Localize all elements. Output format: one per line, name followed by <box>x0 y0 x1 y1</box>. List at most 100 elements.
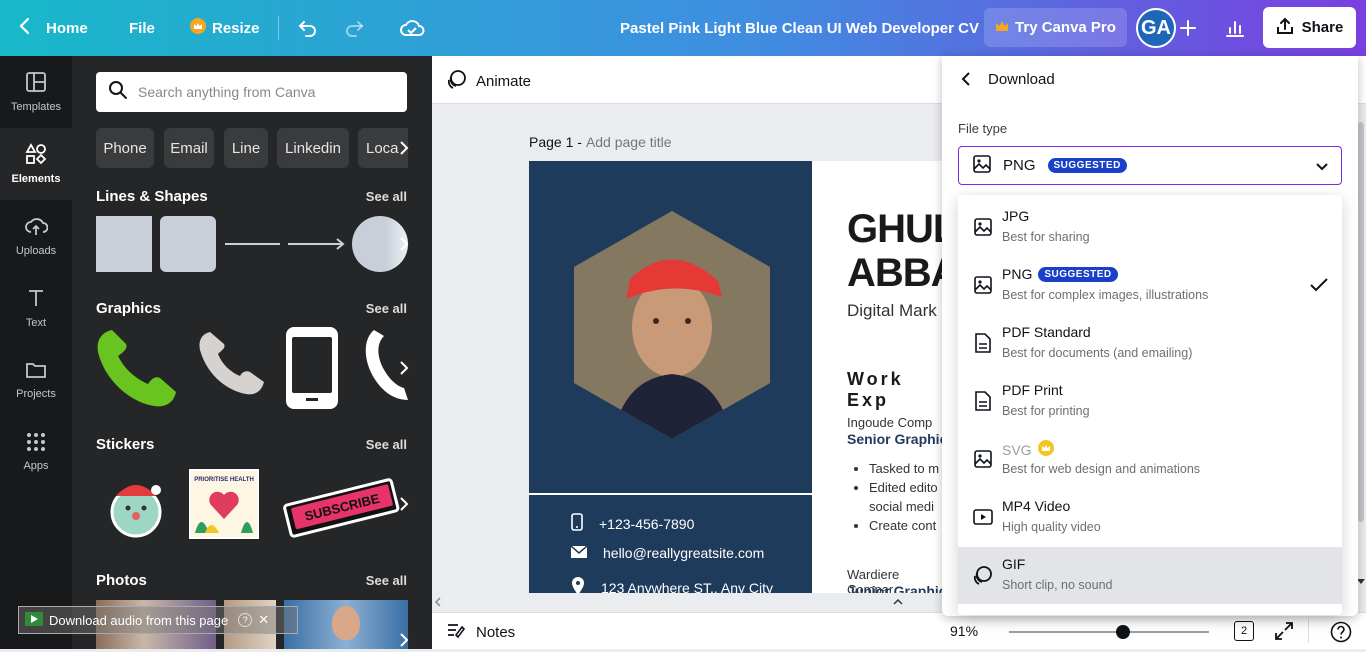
job2-title[interactable]: Junior Graphic D <box>847 583 949 593</box>
see-all-link[interactable]: See all <box>366 573 407 588</box>
chevron-right-icon[interactable] <box>392 356 416 380</box>
back-chevron-icon[interactable] <box>960 70 976 88</box>
fullscreen-icon[interactable] <box>1274 621 1294 646</box>
chevron-right-icon[interactable] <box>392 628 416 652</box>
zoom-percentage[interactable]: 91% <box>950 623 978 639</box>
smartphone-graphic[interactable] <box>286 327 338 409</box>
cloud-saved-icon[interactable] <box>398 16 426 40</box>
contact-email[interactable]: hello@reallygreatsite.com <box>570 545 765 561</box>
search-input[interactable] <box>138 84 388 100</box>
redo-icon[interactable] <box>342 16 366 40</box>
arrow-line-shape[interactable] <box>288 236 346 252</box>
rail-item-templates[interactable]: Templates <box>0 56 72 128</box>
zoom-slider[interactable] <box>1009 625 1209 639</box>
page-header: Page 1 - Add page title <box>529 134 672 150</box>
rail-item-apps[interactable]: Apps <box>0 416 72 488</box>
share-button[interactable]: Share <box>1263 7 1356 48</box>
option-pdf-standard[interactable]: PDF Standard Best for documents (and ema… <box>958 315 1342 372</box>
option-mp4[interactable]: MP4 Video High quality video <box>958 489 1342 546</box>
help-icon[interactable]: ? <box>238 613 253 627</box>
pages-count-button[interactable]: 2 <box>1234 621 1254 641</box>
home-button[interactable]: Home <box>18 0 88 56</box>
file-type-selected: PNG <box>1003 157 1036 174</box>
profile-photo[interactable] <box>572 209 772 441</box>
see-all-link[interactable]: See all <box>366 437 407 452</box>
video-icon <box>972 506 994 528</box>
cv-sidebar: +123-456-7890 hello@reallygreatsite.com … <box>529 161 812 593</box>
close-icon[interactable]: ✕ <box>258 612 269 628</box>
notes-label: Notes <box>476 623 516 641</box>
phone-graphic-grey[interactable] <box>196 328 266 398</box>
chip-linkedin[interactable]: Linkedin <box>277 128 349 168</box>
chip-line[interactable]: Line <box>224 128 268 168</box>
job1-bullets[interactable]: Tasked to m Edited edito social medi Cre… <box>869 459 939 535</box>
share-label: Share <box>1301 19 1344 36</box>
chip-phone[interactable]: Phone <box>96 128 154 168</box>
animate-icon <box>446 68 468 94</box>
email-text: hello@reallygreatsite.com <box>603 545 765 561</box>
rail-item-text[interactable]: Text <box>0 272 72 344</box>
chevron-right-icon[interactable] <box>392 136 416 160</box>
rail-item-uploads[interactable]: Uploads <box>0 200 72 272</box>
contact-phone[interactable]: +123-456-7890 <box>571 513 694 534</box>
cv-name-line1: GHUL <box>847 207 949 251</box>
rounded-square-shape[interactable] <box>160 216 216 272</box>
design-page[interactable]: +123-456-7890 hello@reallygreatsite.com … <box>529 161 949 593</box>
download-title: Download <box>988 71 1055 88</box>
option-gif[interactable]: GIF Short clip, no sound <box>958 547 1342 604</box>
rail-label: Uploads <box>15 245 57 257</box>
phone-graphic-green[interactable] <box>94 326 178 410</box>
job1-company[interactable]: Ingoude Comp <box>847 415 932 430</box>
chevron-right-icon[interactable] <box>392 492 416 516</box>
prioritise-health-sticker[interactable]: PRIORITISE HEALTH <box>189 469 259 539</box>
elements-icon <box>25 143 47 168</box>
cv-section-title[interactable]: Work Exp <box>847 369 949 411</box>
option-png[interactable]: PNG SUGGESTED Best for complex images, il… <box>958 257 1342 314</box>
section-title-photos: Photos <box>96 572 147 589</box>
search-box[interactable] <box>96 72 407 112</box>
animate-button[interactable]: Animate <box>446 68 531 94</box>
analytics-icon[interactable] <box>1223 16 1247 40</box>
undo-icon[interactable] <box>296 16 320 40</box>
crown-icon <box>190 18 206 38</box>
option-jpg[interactable]: JPG Best for sharing <box>958 199 1342 256</box>
chevron-right-icon[interactable] <box>392 232 416 256</box>
option-desc: Best for sharing <box>1002 230 1090 244</box>
resize-button[interactable]: Resize <box>190 0 260 56</box>
cv-name[interactable]: GHUL ABBA <box>847 207 949 295</box>
bottom-bar: Notes 91% 2 <box>432 612 1366 649</box>
rail-label: Projects <box>16 388 56 400</box>
subscribe-sticker[interactable]: SUBSCRIBE <box>278 474 404 540</box>
page-title-input[interactable]: Add page title <box>586 134 672 150</box>
option-desc: Best for printing <box>1002 404 1090 418</box>
rail-item-elements[interactable]: Elements <box>0 128 72 200</box>
option-svg[interactable]: SVG Best for web design and animations <box>958 431 1342 488</box>
option-name: PNG <box>1002 266 1033 282</box>
notes-button[interactable]: Notes <box>446 621 515 643</box>
cv-role[interactable]: Digital Mark <box>847 301 937 321</box>
rail-item-projects[interactable]: Projects <box>0 344 72 416</box>
line-shape[interactable] <box>225 243 280 245</box>
zoom-slider-thumb[interactable] <box>1115 625 1130 639</box>
avatar[interactable]: GA <box>1136 8 1176 48</box>
option-desc: Short clip, no sound <box>1002 578 1113 592</box>
try-canva-pro-button[interactable]: Try Canva Pro <box>984 8 1127 47</box>
option-name: PDF Print <box>1002 382 1063 398</box>
contact-address[interactable]: 123 Anywhere ST., Any City <box>571 577 773 593</box>
file-menu-button[interactable]: File <box>129 0 155 56</box>
see-all-link[interactable]: See all <box>366 301 407 316</box>
download-audio-toast[interactable]: Download audio from this page ? ✕ <box>18 606 298 634</box>
document-title[interactable]: Pastel Pink Light Blue Clean UI Web Deve… <box>620 0 979 56</box>
job1-title[interactable]: Senior Graphic <box>847 431 947 447</box>
option-pdf-print[interactable]: PDF Print Best for printing <box>958 373 1342 430</box>
location-pin-icon <box>571 577 585 593</box>
chip-email[interactable]: Email <box>164 128 214 168</box>
photo-thumbnail[interactable] <box>284 600 408 649</box>
plus-icon[interactable] <box>1176 16 1200 40</box>
square-shape[interactable] <box>96 216 152 272</box>
divider <box>278 16 279 40</box>
see-all-link[interactable]: See all <box>366 189 407 204</box>
file-type-select[interactable]: PNG SUGGESTED <box>958 146 1342 185</box>
help-icon[interactable] <box>1330 621 1352 648</box>
santa-sticker[interactable] <box>104 470 168 540</box>
